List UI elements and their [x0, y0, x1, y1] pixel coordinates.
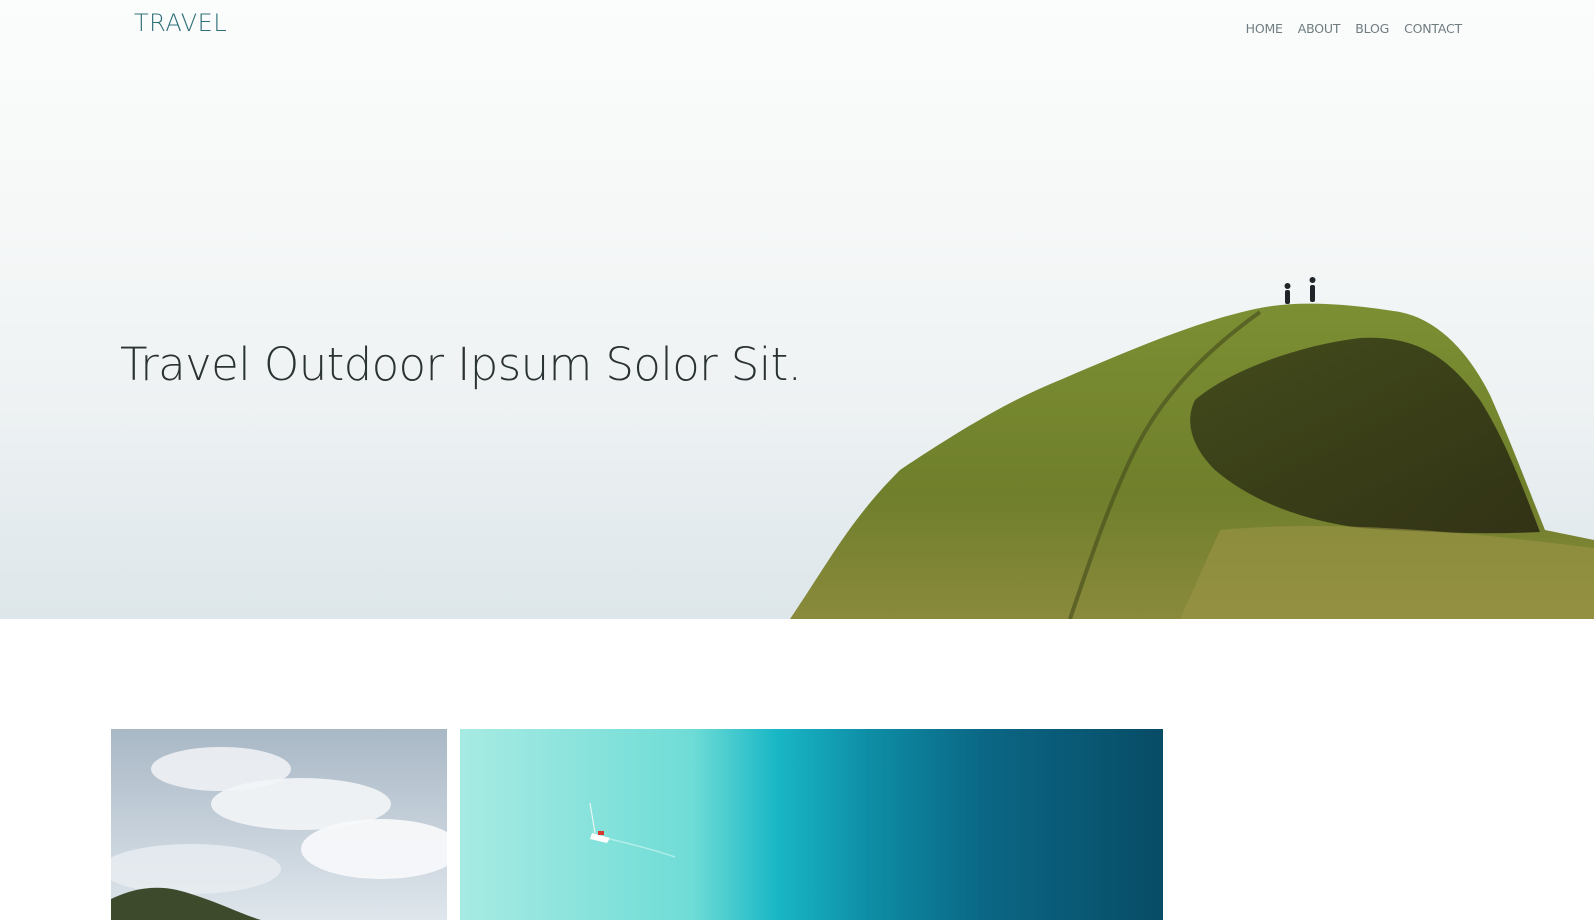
- cloudy-hill-photo: [111, 729, 447, 920]
- nav-home-link[interactable]: HOME: [1246, 21, 1283, 36]
- site-logo[interactable]: TRAVEL: [134, 9, 227, 37]
- hero-headline: Travel Outdoor Ipsum Solor Sit.: [120, 338, 802, 391]
- hero-section: TRAVEL HOME ABOUT BLOG CONTACT Travel Ou…: [0, 0, 1594, 619]
- hero-mountain-image: [790, 277, 1594, 619]
- ocean-boat-photo: [460, 729, 1163, 920]
- gallery-tile-ocean[interactable]: [460, 729, 1163, 920]
- hikers-figures: [1284, 277, 1316, 304]
- nav-blog-link[interactable]: BLOG: [1355, 21, 1389, 36]
- nav-contact-link[interactable]: CONTACT: [1404, 21, 1462, 36]
- nav-about-link[interactable]: ABOUT: [1298, 21, 1341, 36]
- main-nav: HOME ABOUT BLOG CONTACT: [1246, 21, 1463, 36]
- gallery-tile-hill[interactable]: [111, 729, 447, 920]
